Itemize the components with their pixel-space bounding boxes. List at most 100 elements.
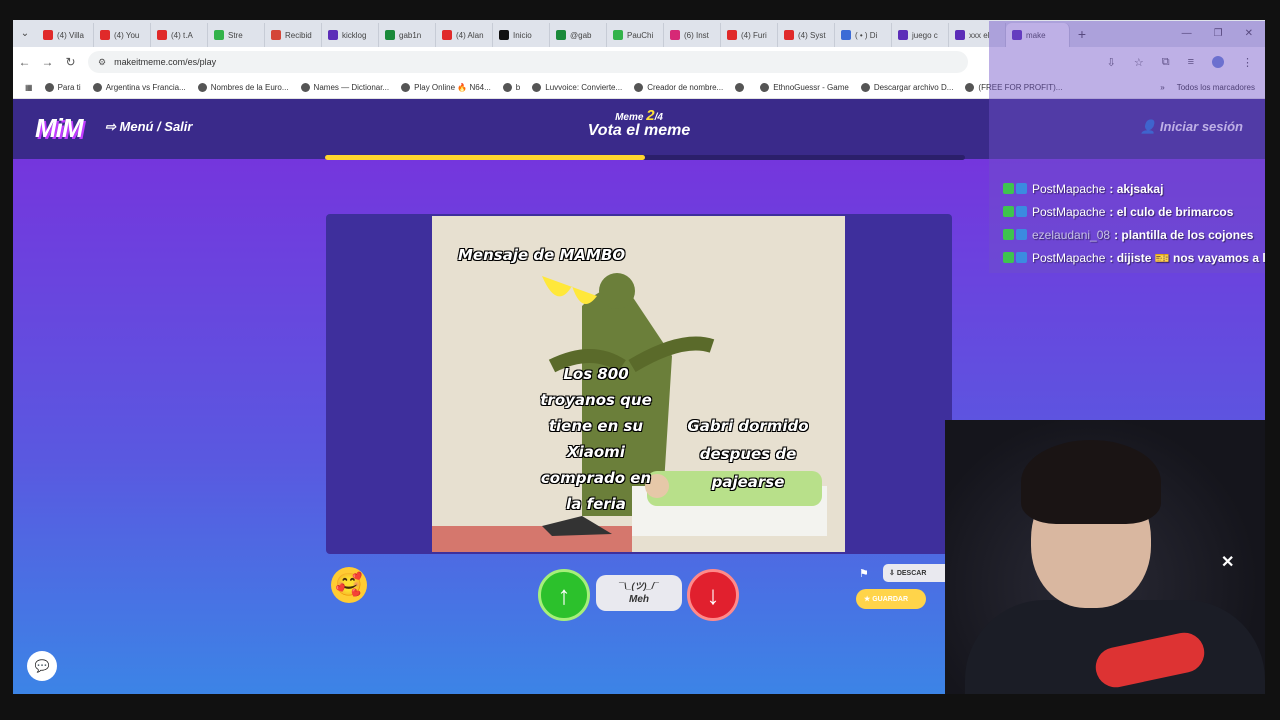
- tab-favicon-icon: [727, 30, 737, 40]
- chat-username: PostMapache: [1032, 181, 1106, 196]
- browser-tab[interactable]: (4) You: [94, 23, 151, 47]
- bookmark-item[interactable]: Nombres de la Euro...: [197, 83, 289, 92]
- browser-tab[interactable]: (4) t.A: [151, 23, 208, 47]
- bookmark-item[interactable]: EthnoGuessr - Game: [760, 83, 849, 92]
- chat-message: PostMapache: dijiste 🎫 nos vayamos a la: [1003, 246, 1265, 269]
- vote-down-button[interactable]: ↓: [687, 569, 739, 621]
- bookmark-label: b: [515, 83, 521, 92]
- tab-label: xxx el: [969, 30, 990, 40]
- tab-favicon-icon: [328, 30, 338, 40]
- shrug-face: ¯\_(ツ)_/¯: [619, 581, 659, 591]
- bookmark-favicon-icon: [634, 83, 644, 92]
- browser-tab[interactable]: Inicio: [493, 23, 550, 47]
- vote-up-button[interactable]: ↑: [538, 569, 590, 621]
- browser-tab[interactable]: (4) Villa: [37, 23, 94, 47]
- close-icon[interactable]: ✕: [1221, 552, 1234, 572]
- bookmark-label: Descargar archivo D...: [873, 83, 954, 92]
- browser-tab[interactable]: (4) Alan: [436, 23, 493, 47]
- chat-text: : el culo de brimarcos: [1109, 204, 1234, 219]
- chat-badge-icon: [1003, 183, 1014, 194]
- address-bar[interactable]: ⚙ makeitmeme.com/es/play: [88, 51, 968, 73]
- bookmark-item[interactable]: Para ti: [44, 83, 81, 92]
- browser-tab[interactable]: (4) Syst: [778, 23, 835, 47]
- tab-favicon-icon: [784, 30, 794, 40]
- tab-favicon-icon: [157, 30, 167, 40]
- browser-tab[interactable]: juego c: [892, 23, 949, 47]
- chat-badge-icon: [1016, 229, 1027, 240]
- bookmark-favicon-icon: [860, 83, 870, 92]
- tab-label: (4) Villa: [57, 30, 84, 40]
- browser-tab[interactable]: kicklog: [322, 23, 379, 47]
- tab-favicon-icon: [499, 30, 509, 40]
- bookmark-label: EthnoGuessr - Game: [773, 83, 849, 92]
- browser-tab[interactable]: @gab: [550, 23, 607, 47]
- meme-caption-right: Gabri dormido despues de pajearse: [687, 417, 809, 491]
- bookmark-label: Argentina vs Francia...: [105, 83, 186, 92]
- tab-search-icon[interactable]: ⌄: [13, 28, 37, 39]
- tab-favicon-icon: [271, 30, 281, 40]
- browser-tab[interactable]: Recibid: [265, 23, 322, 47]
- save-button[interactable]: ★ GUARDAR: [856, 589, 926, 609]
- browser-tab[interactable]: (4) Furi: [721, 23, 778, 47]
- forward-icon[interactable]: →: [36, 55, 59, 69]
- emoji-reaction-button[interactable]: 🥰: [331, 567, 367, 603]
- tab-label: Recibid: [285, 30, 312, 40]
- tab-label: (4) Furi: [741, 30, 767, 40]
- bookmark-item[interactable]: [735, 83, 748, 92]
- star-icon: ★: [864, 596, 873, 603]
- bookmark-item[interactable]: Creador de nombre...: [634, 83, 723, 92]
- meme-caption-top: Mensaje de MAMBO: [458, 246, 626, 264]
- apps-icon[interactable]: ▦: [25, 83, 33, 92]
- tab-favicon-icon: [100, 30, 110, 40]
- chat-message: PostMapache: el culo de brimarcos: [1003, 200, 1265, 223]
- browser-window: ⌄ (4) Villa (4) You (4) t.A Stre Recibid kick…: [13, 20, 1265, 694]
- reload-icon[interactable]: ↻: [59, 55, 82, 69]
- tab-favicon-icon: [214, 30, 224, 40]
- download-icon: ⇩: [889, 570, 897, 577]
- chat-username: PostMapache: [1032, 250, 1106, 265]
- tab-label: Stre: [228, 30, 243, 40]
- bookmark-item[interactable]: Names — Dictionar...: [300, 83, 389, 92]
- tab-label: gab1n: [399, 30, 422, 40]
- bookmark-item[interactable]: Descargar archivo D...: [860, 83, 954, 92]
- tab-favicon-icon: [670, 30, 680, 40]
- chat-badge-icon: [1016, 183, 1027, 194]
- save-label: GUARDAR: [872, 595, 909, 603]
- chat-badge-icon: [1016, 252, 1027, 263]
- site-info-icon[interactable]: ⚙: [98, 57, 106, 68]
- bookmark-favicon-icon: [760, 83, 770, 92]
- meme-panel: Mensaje de MAMBO Los 800 troyanos que ti…: [326, 214, 952, 554]
- tab-list: (4) Villa (4) You (4) t.A Stre Recibid kicklo…: [37, 20, 1070, 47]
- tab-label: (4) You: [114, 30, 140, 40]
- webcam-hair: [1021, 440, 1161, 524]
- browser-tab[interactable]: PauChi: [607, 23, 664, 47]
- bookmark-favicon-icon: [92, 83, 102, 92]
- tab-label: @gab: [570, 30, 592, 40]
- bookmark-item[interactable]: Argentina vs Francia...: [92, 83, 186, 92]
- tab-favicon-icon: [385, 30, 395, 40]
- bookmark-label: Nombres de la Euro...: [210, 83, 289, 92]
- chat-text: : akjsakaj: [1109, 181, 1164, 196]
- browser-tab[interactable]: Stre: [208, 23, 265, 47]
- report-flag-icon[interactable]: ⚑: [859, 567, 869, 580]
- chat-badge-icon: [1003, 252, 1014, 263]
- browser-tab[interactable]: gab1n: [379, 23, 436, 47]
- chat-badge-icon: [1003, 206, 1014, 217]
- bookmark-item[interactable]: b: [502, 83, 521, 92]
- bookmark-item[interactable]: Play Online 🔥 N64...: [401, 83, 491, 92]
- tab-label: (6) Inst: [684, 30, 709, 40]
- download-button[interactable]: ⇩ DESCAR: [883, 564, 953, 582]
- bookmark-label: Para ti: [57, 83, 81, 92]
- tab-favicon-icon: [955, 30, 965, 40]
- round-progress-bar: [325, 155, 965, 160]
- back-icon[interactable]: ←: [13, 55, 36, 69]
- browser-tab[interactable]: (6) Inst: [664, 23, 721, 47]
- browser-tab[interactable]: ( • ) Di: [835, 23, 892, 47]
- bookmark-favicon-icon: [44, 83, 54, 92]
- meh-label: Meh: [629, 594, 649, 605]
- bookmark-list: Para ti Argentina vs Francia... Nombres de…: [33, 83, 1062, 92]
- chat-bubble-button[interactable]: 💬: [27, 651, 57, 681]
- tab-favicon-icon: [898, 30, 908, 40]
- meh-button[interactable]: ¯\_(ツ)_/¯ Meh: [596, 575, 682, 611]
- bookmark-item[interactable]: Luvvoice: Convierte...: [532, 83, 622, 92]
